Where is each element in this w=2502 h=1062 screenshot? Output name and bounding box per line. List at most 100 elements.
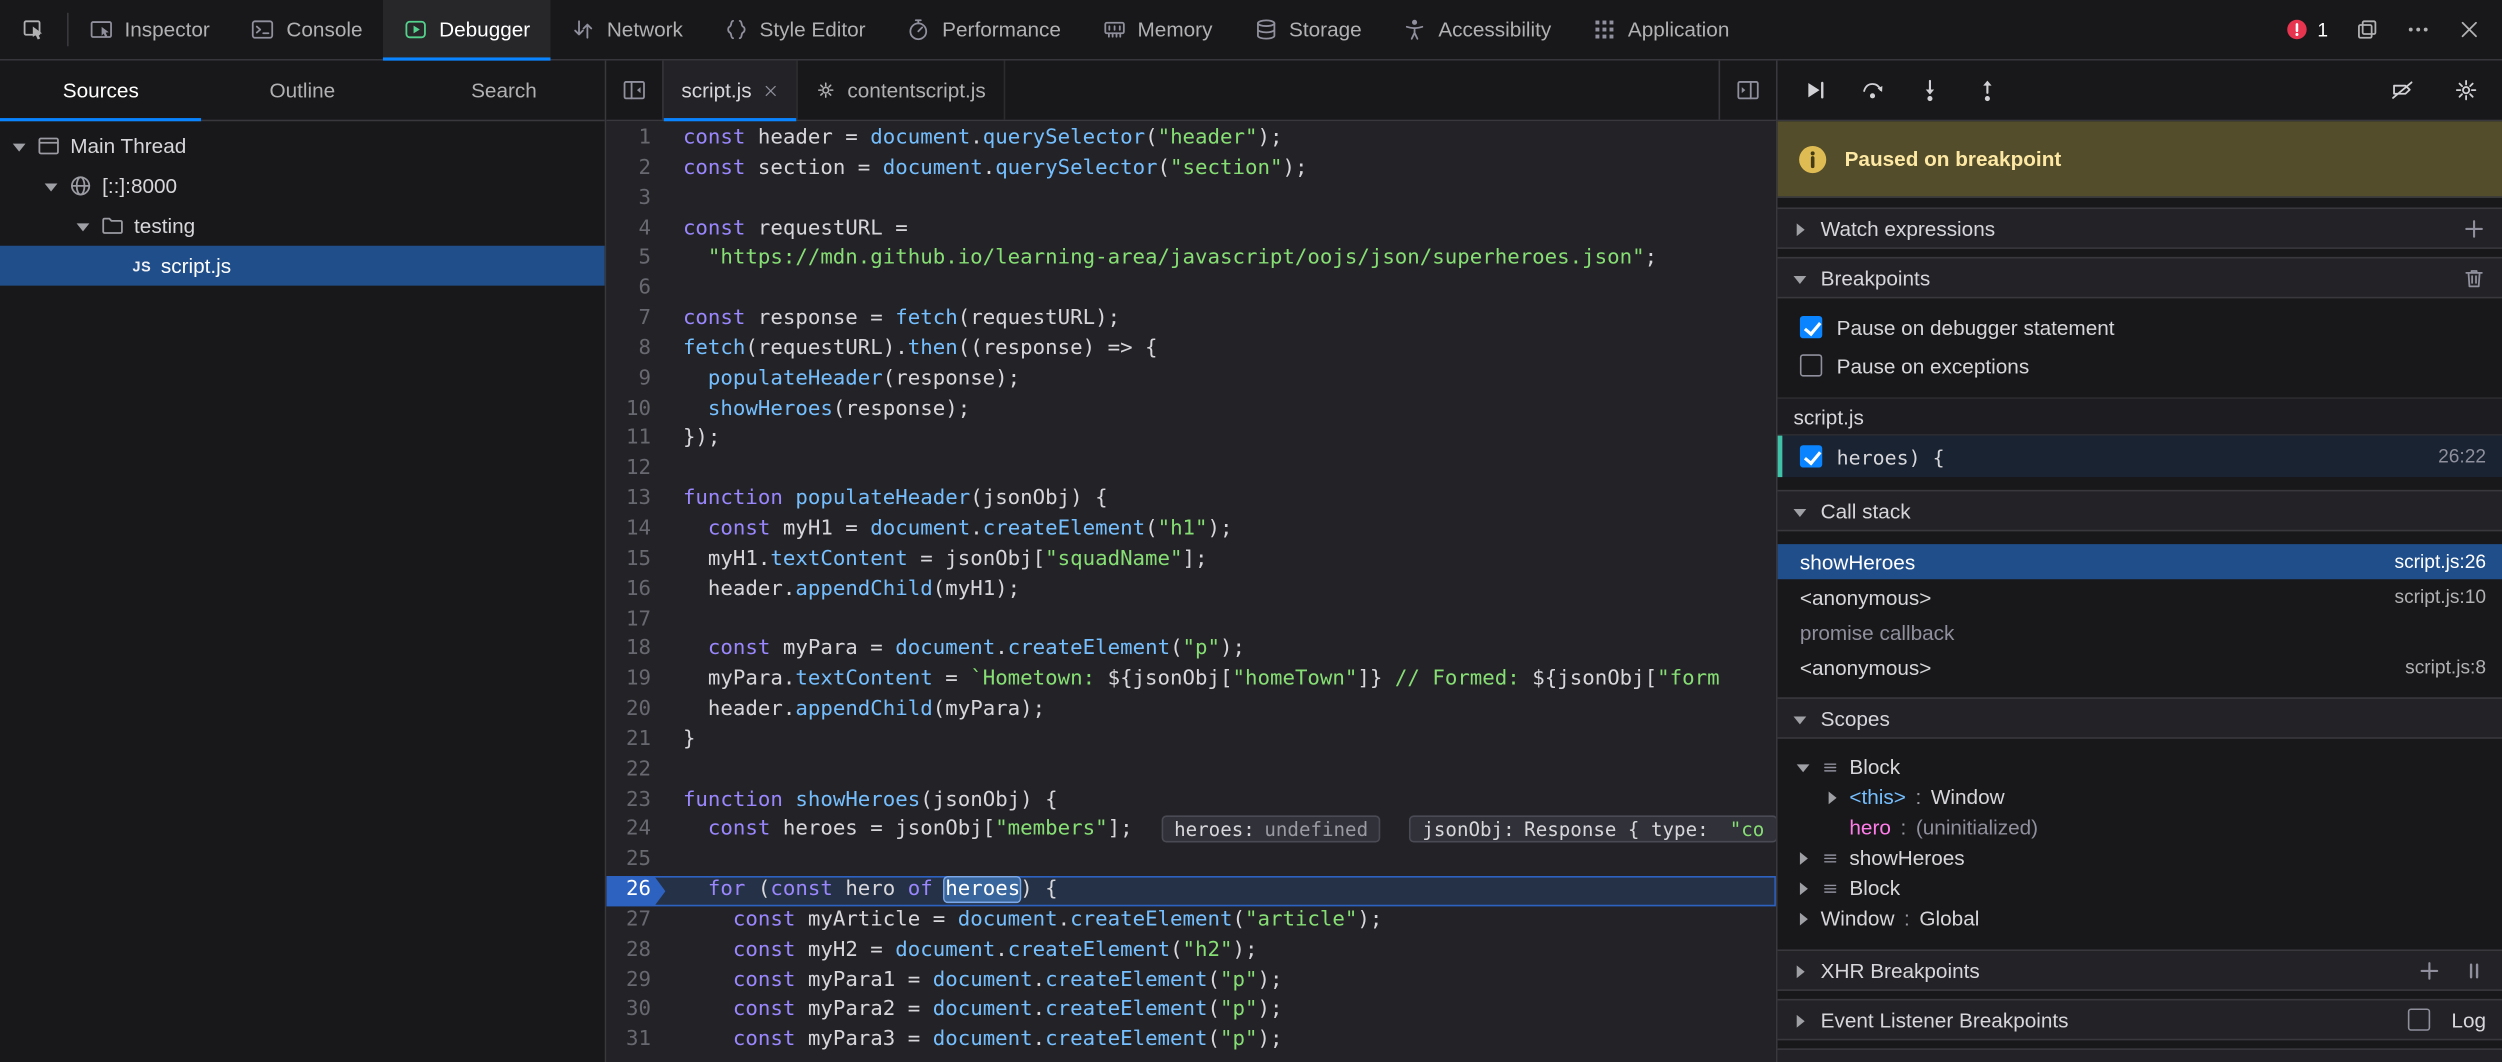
twisty-icon[interactable] <box>1797 760 1811 774</box>
checkbox[interactable] <box>1800 316 1822 338</box>
call-stack-frame[interactable]: promise callback <box>1778 614 2502 649</box>
code-view[interactable]: 1const header = document.querySelector("… <box>606 121 1776 1062</box>
step-over-button[interactable] <box>1851 69 1892 110</box>
tab-application[interactable]: Application <box>1572 0 1750 59</box>
log-checkbox[interactable] <box>2408 1008 2430 1030</box>
scope-variable[interactable]: hero: (uninitialized) <box>1778 812 2502 842</box>
inline-preview[interactable]: heroes:undefined <box>1161 816 1381 843</box>
scope-variable[interactable]: <this>: Window <box>1778 782 2502 812</box>
twisty-icon[interactable] <box>1794 270 1808 284</box>
line-number[interactable]: 5 <box>606 245 665 275</box>
twisty-icon[interactable] <box>45 179 59 193</box>
line-number[interactable]: 28 <box>606 936 665 966</box>
tab-accessibility[interactable]: Accessibility <box>1382 0 1572 59</box>
twisty-icon[interactable] <box>1794 963 1808 977</box>
tab-style-editor[interactable]: Style Editor <box>704 0 887 59</box>
tab-memory[interactable]: Memory <box>1082 0 1234 59</box>
breakpoint-option[interactable]: Pause on debugger statement <box>1778 308 2502 346</box>
debugger-settings-button[interactable] <box>2445 69 2486 110</box>
section-event-listener-breakpoints[interactable]: Event Listener Breakpoints Log <box>1778 999 2502 1040</box>
twisty-icon[interactable] <box>1797 850 1811 864</box>
scope-item[interactable]: Window: Global <box>1778 903 2502 933</box>
split-window-button[interactable] <box>2346 9 2387 50</box>
line-number[interactable]: 27 <box>606 906 665 936</box>
remove-breakpoints-button[interactable] <box>2462 266 2486 290</box>
line-number[interactable]: 2 <box>606 155 665 185</box>
line-number[interactable]: 15 <box>606 545 665 575</box>
breakpoint-file-header[interactable]: script.js <box>1778 397 2502 435</box>
more-options-button[interactable] <box>2397 9 2438 50</box>
tab-console[interactable]: Console <box>231 0 384 59</box>
twisty-icon[interactable] <box>13 139 27 153</box>
section-xhr-breakpoints[interactable]: XHR Breakpoints <box>1778 949 2502 990</box>
line-number[interactable]: 20 <box>606 696 665 726</box>
add-watch-expression-button[interactable] <box>2462 216 2486 240</box>
line-number[interactable]: 11 <box>606 425 665 455</box>
source-tab-script-js[interactable]: script.js <box>664 61 798 120</box>
twisty-icon[interactable] <box>77 219 91 233</box>
line-number[interactable]: 24 <box>606 816 665 846</box>
line-number[interactable]: 31 <box>606 1027 665 1057</box>
line-number[interactable]: 4 <box>606 215 665 245</box>
error-count-badge[interactable]: 1 <box>2278 18 2337 42</box>
line-number[interactable]: 17 <box>606 606 665 636</box>
scope-item[interactable]: Block <box>1778 873 2502 903</box>
call-stack-frame[interactable]: <anonymous>script.js:8 <box>1778 649 2502 684</box>
checkbox[interactable] <box>1800 354 1822 376</box>
line-number[interactable]: 29 <box>606 966 665 996</box>
line-number[interactable]: 13 <box>606 485 665 515</box>
breakpoint-option[interactable]: Pause on exceptions <box>1778 346 2502 384</box>
section-call-stack[interactable]: Call stack <box>1778 490 2502 531</box>
call-stack-frame[interactable]: <anonymous>script.js:10 <box>1778 579 2502 614</box>
line-number[interactable]: 26 <box>606 876 665 906</box>
breakpoint-item[interactable]: heroes) {26:22 <box>1778 436 2502 477</box>
collapse-sources-pane-button[interactable] <box>606 61 663 120</box>
step-in-button[interactable] <box>1908 69 1949 110</box>
tree-item-script-js[interactable]: JSscript.js <box>0 246 605 286</box>
tree-item-8000[interactable]: [::]:8000 <box>0 166 605 206</box>
line-number[interactable]: 23 <box>606 786 665 816</box>
line-number[interactable]: 19 <box>606 666 665 696</box>
twisty-icon[interactable] <box>1794 503 1808 517</box>
line-number[interactable]: 8 <box>606 335 665 365</box>
twisty-icon[interactable] <box>1794 1012 1808 1026</box>
line-number[interactable]: 7 <box>606 305 665 335</box>
line-number[interactable]: 14 <box>606 515 665 545</box>
resume-button[interactable] <box>1794 69 1835 110</box>
line-number[interactable]: 25 <box>606 846 665 876</box>
scope-item[interactable]: Block <box>1778 752 2502 782</box>
twisty-icon[interactable] <box>1797 881 1811 895</box>
tab-outline[interactable]: Outline <box>202 61 404 120</box>
checkbox[interactable] <box>1800 445 1822 467</box>
twisty-icon[interactable] <box>1794 221 1808 235</box>
section-dom-mutation-breakpoints[interactable]: DOM Mutation Breakpoints <box>1778 1048 2502 1062</box>
line-number[interactable]: 18 <box>606 636 665 666</box>
add-xhr-breakpoint-button[interactable] <box>2417 958 2441 982</box>
line-number[interactable]: 16 <box>606 575 665 605</box>
pause-on-any-xhr-button[interactable] <box>2462 958 2486 982</box>
close-devtools-button[interactable] <box>2448 9 2489 50</box>
line-number[interactable]: 21 <box>606 726 665 756</box>
source-tab-contentscript-js[interactable]: contentscript.js <box>798 61 1005 120</box>
line-number[interactable]: 9 <box>606 365 665 395</box>
tab-inspector[interactable]: Inspector <box>69 0 231 59</box>
line-number[interactable]: 3 <box>606 185 665 215</box>
line-number[interactable]: 6 <box>606 275 665 305</box>
line-number[interactable]: 10 <box>606 395 665 425</box>
line-number[interactable]: 1 <box>606 124 665 154</box>
tab-debugger[interactable]: Debugger <box>383 0 551 59</box>
section-breakpoints[interactable]: Breakpoints <box>1778 257 2502 298</box>
line-number[interactable]: 12 <box>606 455 665 485</box>
line-number[interactable]: 30 <box>606 996 665 1026</box>
tab-sources[interactable]: Sources <box>0 61 202 120</box>
expand-panes-button[interactable] <box>1719 61 1776 120</box>
section-watch-expressions[interactable]: Watch expressions <box>1778 207 2502 248</box>
tree-item-testing[interactable]: testing <box>0 206 605 246</box>
tab-storage[interactable]: Storage <box>1233 0 1382 59</box>
twisty-icon[interactable] <box>1794 711 1808 725</box>
pick-element-button[interactable] <box>0 0 67 59</box>
twisty-icon[interactable] <box>1797 911 1811 925</box>
close-tab-icon[interactable] <box>763 82 779 98</box>
line-number[interactable]: 22 <box>606 756 665 786</box>
tree-item-main-thread[interactable]: Main Thread <box>0 126 605 166</box>
